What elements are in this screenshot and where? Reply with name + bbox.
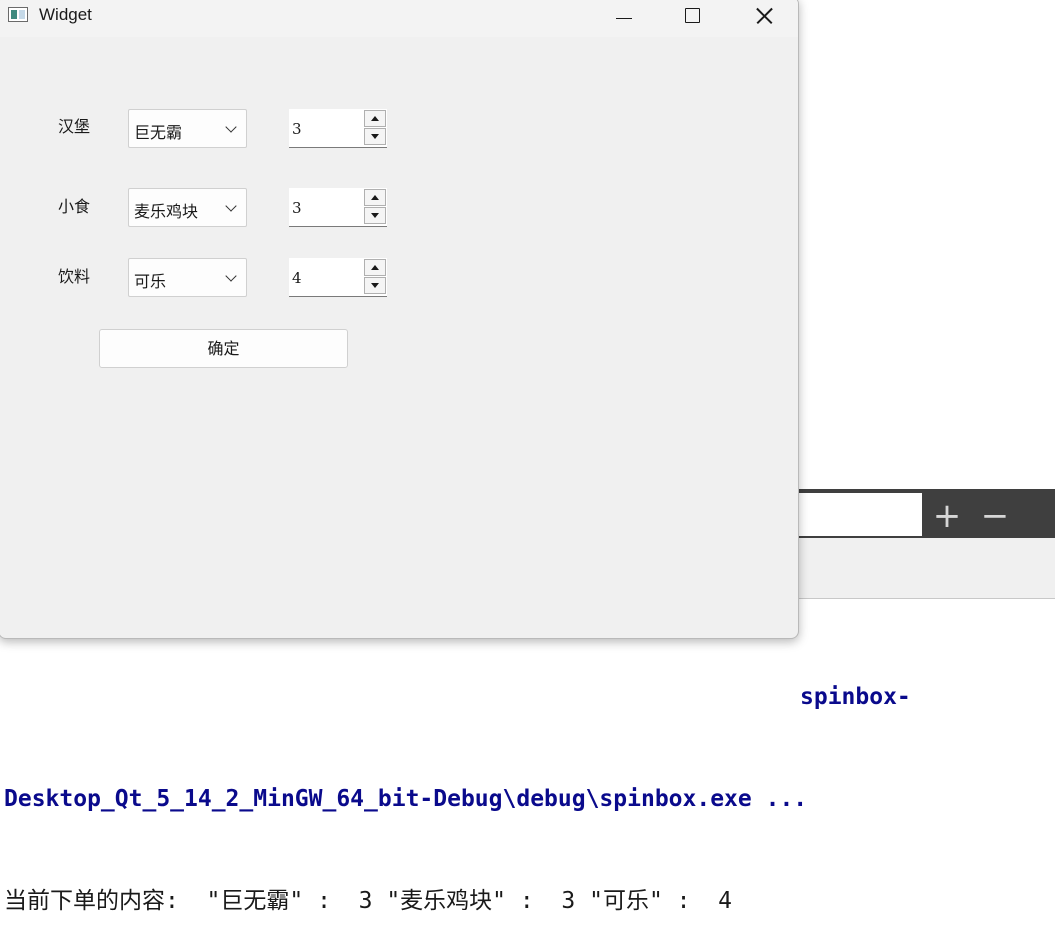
app-window-icon <box>8 7 28 22</box>
drink-label: 饮料 <box>58 267 91 286</box>
spin-up-arrow-icon[interactable] <box>364 259 386 276</box>
burger-combobox-value: 巨无霸 <box>134 123 183 142</box>
drink-combobox-value: 可乐 <box>134 272 167 291</box>
spin-down-arrow-icon[interactable] <box>364 207 386 224</box>
snack-label: 小食 <box>58 197 91 216</box>
console-line: 当前下单的内容: "巨无霸" : 3 "麦乐鸡块" : 3 "可乐" : 4 <box>4 888 733 914</box>
snack-quantity-value: 3 <box>292 199 302 217</box>
application-output: spinbox- Desktop_Qt_5_14_2_MinGW_64_bit-… <box>4 612 1055 952</box>
burger-quantity-value: 3 <box>292 120 302 138</box>
zoom-in-button[interactable]: + <box>927 497 967 535</box>
console-line: spinbox- <box>800 684 911 710</box>
spin-down-arrow-icon[interactable] <box>364 277 386 294</box>
chevron-down-icon <box>225 200 237 212</box>
spin-up-arrow-icon[interactable] <box>364 110 386 127</box>
title-bar[interactable]: Widget <box>0 0 798 37</box>
chevron-down-icon <box>225 121 237 133</box>
close-button[interactable] <box>741 1 787 31</box>
output-filter-input[interactable] <box>790 493 922 536</box>
maximize-button[interactable] <box>670 1 716 31</box>
burger-quantity-spinbox[interactable]: 3 <box>289 109 387 148</box>
confirm-button[interactable]: 确定 <box>99 329 348 368</box>
spin-up-arrow-icon[interactable] <box>364 189 386 206</box>
console-line: Desktop_Qt_5_14_2_MinGW_64_bit-Debug\deb… <box>4 786 808 812</box>
spin-down-arrow-icon[interactable] <box>364 128 386 145</box>
snack-quantity-spinbox[interactable]: 3 <box>289 188 387 227</box>
drink-combobox[interactable]: 可乐 <box>128 258 247 297</box>
window-title: Widget <box>39 5 92 24</box>
minimize-button[interactable] <box>602 1 648 31</box>
output-pane-header <box>790 538 1055 599</box>
drink-quantity-spinbox[interactable]: 4 <box>289 258 387 297</box>
burger-combobox[interactable]: 巨无霸 <box>128 109 247 148</box>
burger-label: 汉堡 <box>58 117 91 136</box>
zoom-out-button[interactable]: − <box>975 497 1015 535</box>
drink-quantity-value: 4 <box>292 269 302 287</box>
snack-combobox[interactable]: 麦乐鸡块 <box>128 188 247 227</box>
chevron-down-icon <box>225 270 237 282</box>
widget-window: Widget 汉堡 巨无霸 3 小食 麦乐鸡块 3 饮料 可乐 4 确定 <box>0 0 799 639</box>
snack-combobox-value: 麦乐鸡块 <box>134 202 199 221</box>
